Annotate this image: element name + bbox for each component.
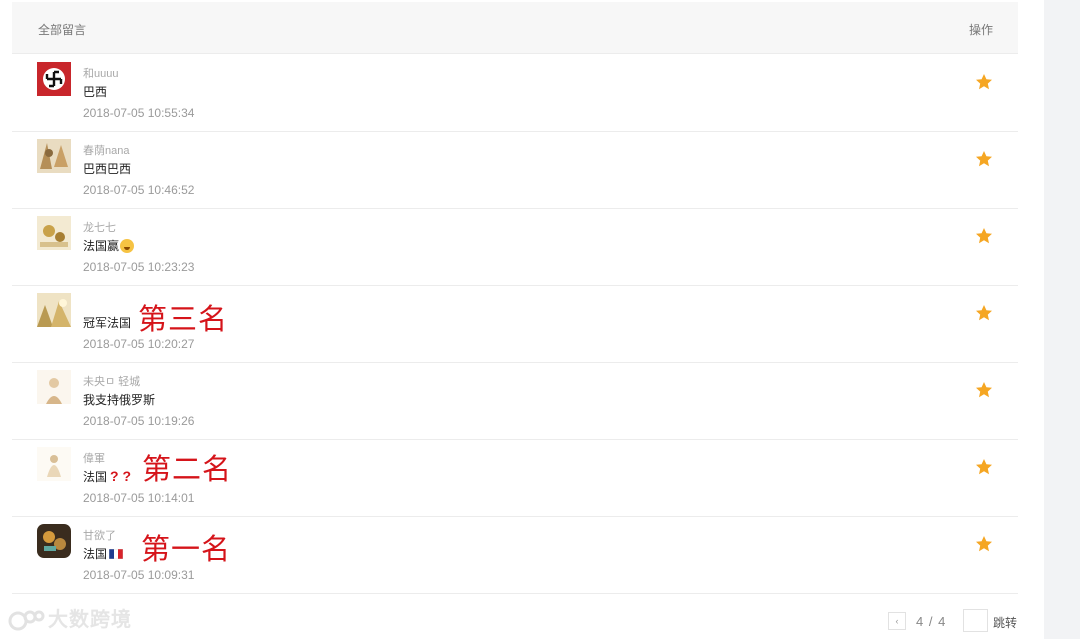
star-icon[interactable]	[974, 149, 994, 169]
comment-message: 法国	[83, 545, 124, 562]
avatar	[37, 524, 71, 558]
comment-time: 2018-07-05 10:09:31	[83, 568, 195, 582]
avatar	[37, 370, 71, 404]
comment-message-text: 法国赢	[83, 239, 120, 253]
avatar	[37, 139, 71, 173]
comment-row: 龙七七 法国赢 2018-07-05 10:23:23	[12, 208, 1018, 286]
comment-row: 未央ㅁ 轻城 我支持俄罗斯 2018-07-05 10:19:26	[12, 362, 1018, 440]
watermark-text: 大数跨境	[48, 609, 132, 631]
grinning-face-icon	[120, 239, 135, 253]
comment-message: 我支持俄罗斯	[83, 393, 156, 407]
watermark-logo-icon	[8, 610, 45, 631]
avatar	[37, 293, 71, 327]
comment-message-text: 法国	[83, 547, 108, 561]
annotation-first-place: 第一名	[141, 532, 232, 566]
actions-label: 操作	[968, 23, 993, 37]
comment-time: 2018-07-05 10:23:23	[83, 260, 195, 274]
right-side-strip	[1044, 0, 1080, 639]
jump-button[interactable]: 跳转	[993, 614, 1017, 631]
star-icon[interactable]	[974, 303, 994, 323]
comment-time: 2018-07-05 10:19:26	[83, 414, 195, 428]
comment-message: 法国赢	[83, 237, 135, 254]
comment-row: 和uuuu 巴西 2018-07-05 10:55:34	[12, 54, 1018, 132]
avatar	[37, 62, 71, 96]
comment-message: 冠军法国	[83, 316, 132, 330]
page-number-input[interactable]	[963, 609, 988, 632]
comment-time: 2018-07-05 10:55:34	[83, 106, 195, 120]
star-icon[interactable]	[974, 457, 994, 477]
annotation-second-place: 第二名	[142, 452, 233, 486]
star-icon[interactable]	[974, 534, 994, 554]
comments-header: 全部留言 操作	[12, 2, 1018, 54]
comment-nickname: 甘欲了	[83, 530, 116, 542]
comment-message: 法国? ?	[83, 468, 131, 485]
comment-message: 巴西	[83, 85, 108, 99]
prev-page-button[interactable]: ‹	[888, 612, 906, 630]
comment-time: 2018-07-05 10:14:01	[83, 491, 195, 505]
comment-nickname: 未央ㅁ 轻城	[83, 376, 141, 388]
avatar	[37, 216, 71, 250]
avatar	[37, 447, 71, 481]
page-indicator: 4 / 4	[916, 614, 947, 629]
star-icon[interactable]	[974, 380, 994, 400]
comment-row: 春荫nana 巴西巴西 2018-07-05 10:46:52	[12, 131, 1018, 209]
comment-time: 2018-07-05 10:20:27	[83, 337, 195, 351]
comment-nickname: 和uuuu	[83, 68, 119, 80]
france-flag-icon	[109, 549, 124, 559]
comment-time: 2018-07-05 10:46:52	[83, 183, 195, 197]
question-marks: ? ?	[110, 468, 132, 484]
comment-message: 巴西巴西	[83, 162, 132, 176]
comment-nickname: 偉軍	[83, 453, 105, 465]
comment-nickname: 春荫nana	[83, 145, 130, 157]
star-icon[interactable]	[974, 72, 994, 92]
annotation-third-place: 第三名	[138, 302, 229, 336]
comment-message-text: 法国	[83, 470, 108, 484]
watermark: 大数跨境	[8, 603, 132, 634]
all-comments-label: 全部留言	[38, 23, 87, 37]
comment-nickname: 龙七七	[83, 222, 116, 234]
star-icon[interactable]	[974, 226, 994, 246]
